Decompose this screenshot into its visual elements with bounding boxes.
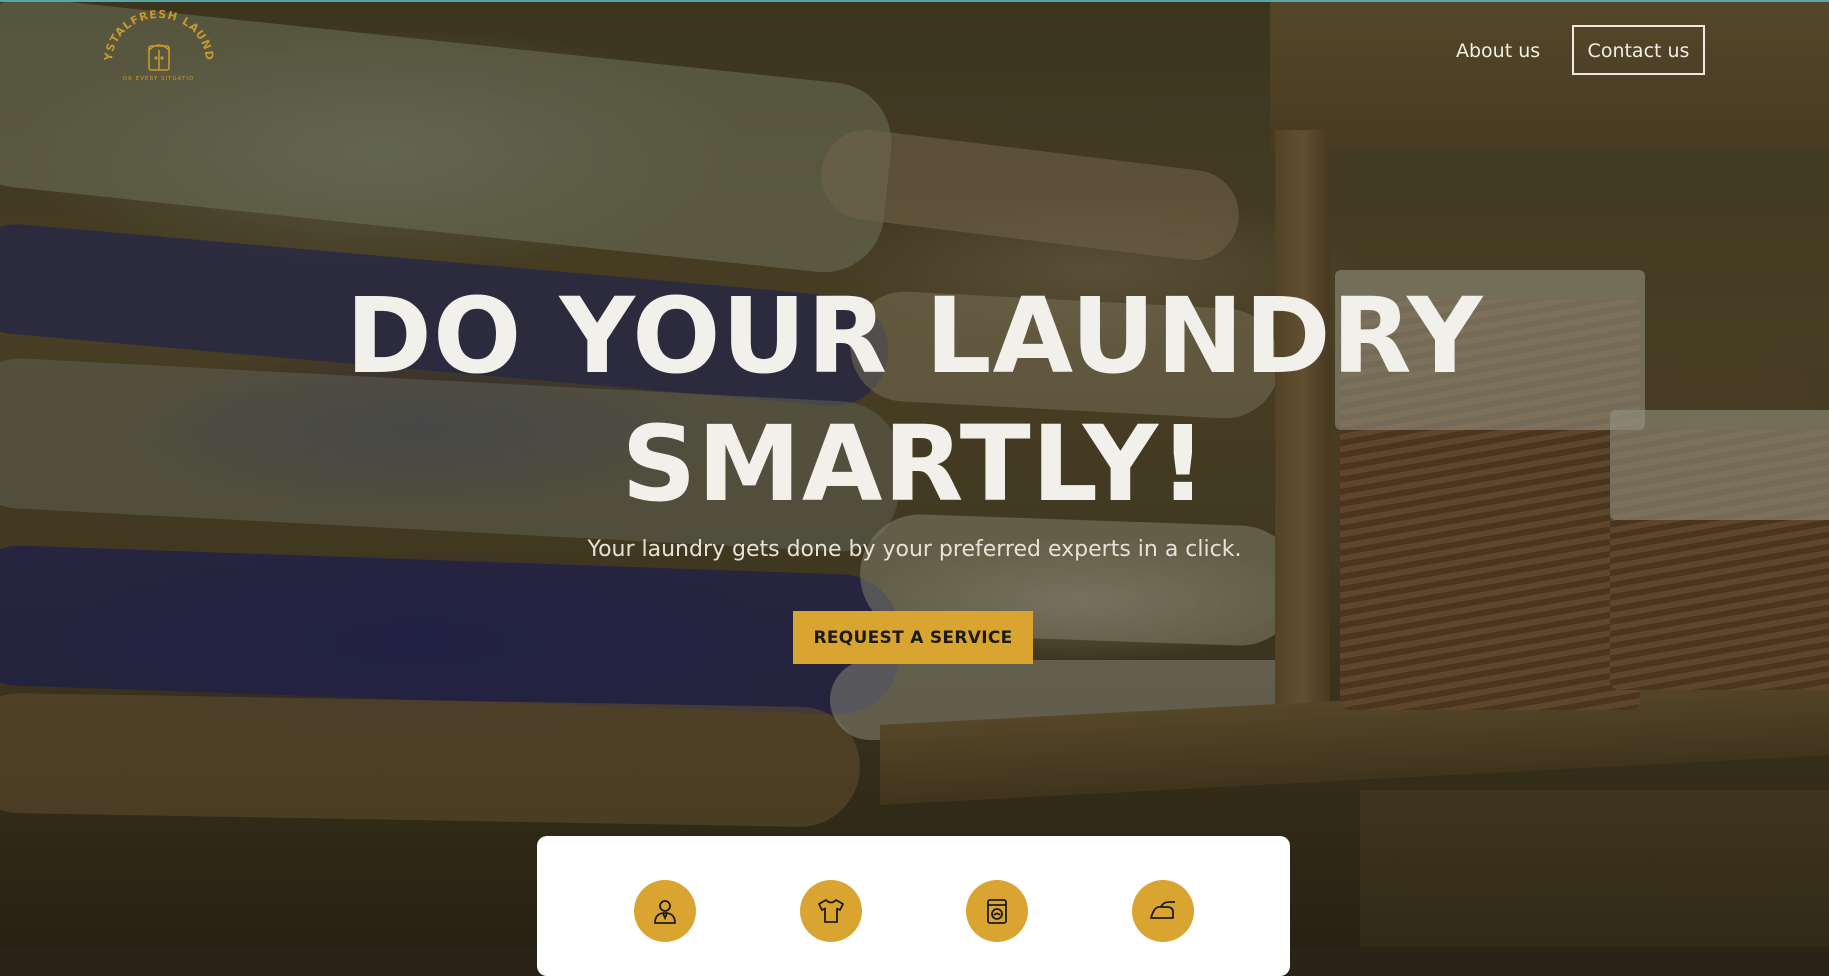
logo-name: CRYSTALFRESH LAUNDRY xyxy=(100,10,215,63)
washing-machine-icon xyxy=(987,899,1007,924)
top-accent-line xyxy=(0,0,1829,2)
feature-iron[interactable] xyxy=(1132,880,1194,942)
feature-person[interactable] xyxy=(634,880,696,942)
feature-tshirt[interactable] xyxy=(800,880,862,942)
hero-subtitle: Your laundry gets done by your preferred… xyxy=(587,537,1242,562)
request-service-button[interactable]: REQUEST A SERVICE xyxy=(793,611,1033,664)
svg-text:CRYSTALFRESH LAUNDRY: CRYSTALFRESH LAUNDRY xyxy=(100,10,216,63)
brand-logo[interactable]: CRYSTALFRESH LAUNDRY FOR EVERY SITUATION xyxy=(100,10,218,90)
hero-title-line1: DO YOUR LAUNDRY xyxy=(345,275,1484,397)
wardrobe-icon xyxy=(148,44,170,71)
contact-button[interactable]: Contact us xyxy=(1572,25,1705,75)
person-icon xyxy=(654,900,676,924)
iron-icon xyxy=(1150,901,1175,919)
hero-title: DO YOUR LAUNDRY SMARTLY! xyxy=(0,272,1829,528)
tshirt-icon xyxy=(818,899,844,923)
feature-washing-machine[interactable] xyxy=(966,880,1028,942)
nav-about-link[interactable]: About us xyxy=(1456,34,1540,68)
hero-title-line2: SMARTLY! xyxy=(621,403,1208,525)
